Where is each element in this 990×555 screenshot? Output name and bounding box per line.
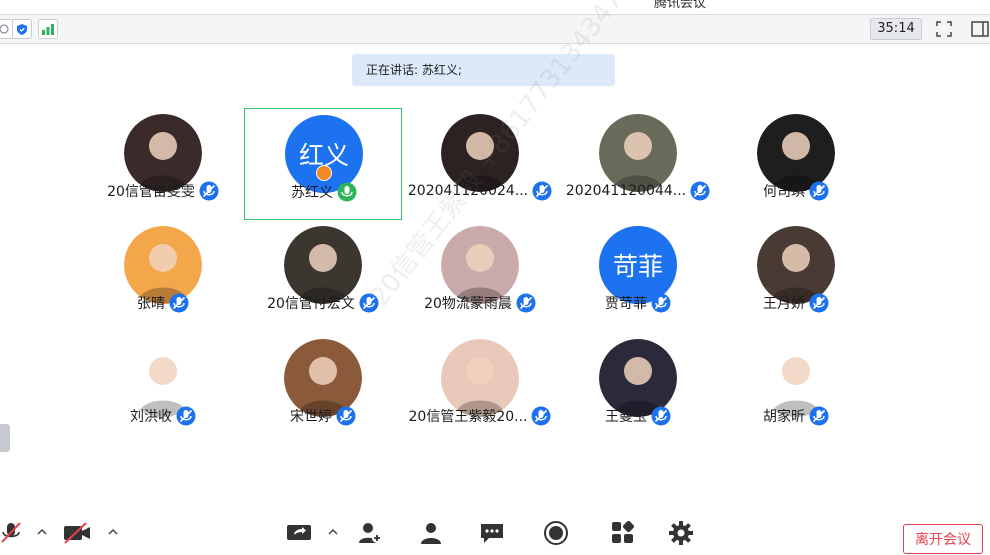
participant-name: 202041120024...	[407, 183, 529, 199]
participant-name-row: 苏红义	[245, 181, 403, 203]
participant-name: 何司琪	[763, 184, 805, 200]
participant-name-row: 何司琪	[717, 180, 875, 202]
settings-icon[interactable]	[668, 520, 694, 546]
participant-tile[interactable]: 刘洪收	[84, 333, 242, 445]
participant-name: 胡家昕	[763, 409, 805, 425]
mic-speaking-icon	[337, 182, 357, 202]
participant-name: 202041120044...	[565, 183, 687, 199]
mic-muted-icon	[651, 406, 671, 426]
top-bar: 35:14	[0, 14, 990, 44]
mic-muted-icon	[651, 293, 671, 313]
fullscreen-icon[interactable]	[934, 19, 954, 39]
participant-tile[interactable]: 20物流蒙雨晨	[401, 220, 559, 332]
chat-icon[interactable]	[479, 520, 505, 546]
camera-off-icon[interactable]	[62, 520, 90, 546]
participant-name-row: 王曼玉	[559, 405, 717, 427]
participant-name: 20物流蒙雨晨	[424, 296, 512, 312]
participant-tile[interactable]: 红义 苏红义	[244, 108, 402, 220]
mic-muted-icon	[809, 181, 829, 201]
participant-name-row: 20信管王紫毅20...	[401, 405, 559, 427]
participant-name-row: 胡家昕	[717, 405, 875, 427]
participant-name: 王月娇	[763, 296, 805, 312]
mic-muted-icon	[176, 406, 196, 426]
participant-name: 20信管苗雯雯	[107, 184, 195, 200]
participant-tile[interactable]: 何司琪	[717, 108, 875, 220]
mic-muted-icon	[516, 293, 536, 313]
members-icon[interactable]	[418, 520, 444, 546]
mic-muted-icon	[199, 181, 219, 201]
signal-icon[interactable]	[38, 19, 58, 39]
participant-tile[interactable]: 王曼玉	[559, 333, 717, 445]
leave-meeting-button[interactable]: 离开会议	[903, 524, 983, 554]
mic-muted-icon	[359, 293, 379, 313]
participant-name: 苏红义	[291, 185, 333, 201]
mic-muted-icon	[531, 406, 551, 426]
layout-icon[interactable]	[970, 19, 990, 39]
title-bar: 腾讯会议	[0, 0, 990, 14]
participant-name: 贾苛菲	[605, 296, 647, 312]
mic-muted-icon[interactable]	[0, 520, 24, 546]
participant-name-row: 202041120024...	[401, 180, 559, 202]
meeting-timer: 35:14	[870, 18, 922, 40]
mic-muted-icon	[532, 181, 552, 201]
record-icon[interactable]	[543, 520, 569, 546]
participant-tile[interactable]: 苛菲 贾苛菲	[559, 220, 717, 332]
participant-name-row: 刘洪收	[84, 405, 242, 427]
participant-name-row: 王月娇	[717, 292, 875, 314]
mic-muted-icon	[169, 293, 189, 313]
participant-name: 张晴	[137, 296, 165, 312]
participant-name: 宋世婷	[290, 409, 332, 425]
host-badge-icon	[316, 165, 332, 181]
share-options-chevron-icon[interactable]	[326, 524, 340, 538]
invite-icon[interactable]	[357, 520, 383, 546]
participant-tile[interactable]: 宋世婷	[244, 333, 402, 445]
participant-tile[interactable]: 20信管付宏文	[244, 220, 402, 332]
participant-tile[interactable]: 20信管王紫毅20...	[401, 333, 559, 445]
participant-name-row: 贾苛菲	[559, 292, 717, 314]
participant-name: 王曼玉	[605, 409, 647, 425]
camera-options-chevron-icon[interactable]	[106, 524, 120, 538]
participant-tile[interactable]: 胡家昕	[717, 333, 875, 445]
share-screen-icon[interactable]	[286, 520, 312, 546]
participant-name-row: 20信管苗雯雯	[84, 180, 242, 202]
participant-name: 20信管王紫毅20...	[408, 409, 528, 425]
bottom-toolbar	[0, 516, 990, 548]
participant-tile[interactable]: 202041120024...	[401, 108, 559, 220]
participant-tile[interactable]: 王月娇	[717, 220, 875, 332]
window-title: 腾讯会议	[654, 0, 707, 11]
speaking-banner: 正在讲话: 苏红义;	[352, 54, 615, 86]
participant-name-row: 张晴	[84, 292, 242, 314]
shield-icon[interactable]	[12, 19, 32, 39]
participant-tile[interactable]: 张晴	[84, 220, 242, 332]
participant-name: 刘洪收	[130, 409, 172, 425]
mic-options-chevron-icon[interactable]	[35, 524, 49, 538]
participant-name-row: 20物流蒙雨晨	[401, 292, 559, 314]
side-panel-handle[interactable]	[0, 424, 10, 452]
apps-icon[interactable]	[610, 520, 636, 546]
participant-name-row: 202041120044...	[559, 180, 717, 202]
mic-muted-icon	[690, 181, 710, 201]
participant-name-row: 20信管付宏文	[244, 292, 402, 314]
participant-name-row: 宋世婷	[244, 405, 402, 427]
mic-muted-icon	[809, 293, 829, 313]
mic-muted-icon	[809, 406, 829, 426]
participant-tile[interactable]: 202041120044...	[559, 108, 717, 220]
participant-name: 20信管付宏文	[267, 296, 355, 312]
participant-tile[interactable]: 20信管苗雯雯	[84, 108, 242, 220]
mic-muted-icon	[336, 406, 356, 426]
